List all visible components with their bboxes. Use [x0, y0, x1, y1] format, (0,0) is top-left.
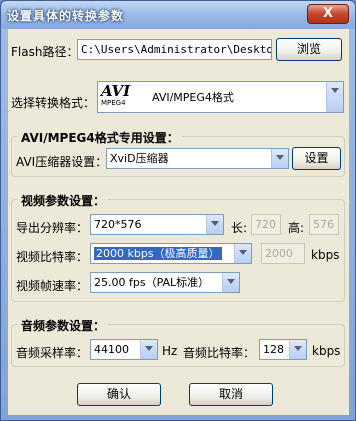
- framerate-select-value: 25.00 fps（PAL标准）: [94, 276, 210, 289]
- compressor-select-value: XviD压缩器: [110, 152, 169, 165]
- chevron-down-icon[interactable]: [222, 273, 239, 292]
- sample-rate-select-value: 44100: [94, 343, 129, 356]
- browse-button[interactable]: 浏览: [276, 38, 342, 61]
- audio-settings-group: 音频参数设置： 音频采样率： 44100 Hz 音频比特率： 128 kbps: [11, 317, 345, 367]
- video-bitrate-label: 视频比特率：: [16, 250, 89, 264]
- framerate-select[interactable]: 25.00 fps（PAL标准）: [90, 272, 240, 293]
- avi-settings-group: AVI/MPEG4格式专用设置： AVI压缩器设置： XviD压缩器 设置: [11, 129, 345, 177]
- width-input[interactable]: 720: [251, 214, 281, 235]
- width-label: 长:: [231, 221, 248, 235]
- height-label: 高:: [288, 221, 305, 235]
- ok-button[interactable]: 确认: [77, 383, 161, 406]
- framerate-label: 视频帧速率：: [16, 279, 89, 293]
- compressor-label: AVI压缩器设置：: [16, 155, 108, 169]
- sample-rate-label: 音频采样率：: [16, 346, 89, 360]
- chevron-down-icon[interactable]: [234, 244, 251, 263]
- resolution-select-value: 720*576: [94, 218, 142, 231]
- format-select-value: AVI/MPEG4格式: [152, 91, 234, 104]
- resolution-select[interactable]: 720*576: [90, 214, 224, 235]
- chevron-down-icon[interactable]: [140, 340, 157, 359]
- video-bitrate-unit: kbps: [311, 248, 340, 262]
- video-settings-group: 视频参数设置： 导出分辨率： 720*576 长: 720 高: 576 视频比…: [11, 192, 345, 302]
- compressor-select[interactable]: XviD压缩器: [106, 148, 289, 169]
- avi-logo: AVI MPEG4: [101, 82, 131, 108]
- avi-group-title: AVI/MPEG4格式专用设置：: [18, 129, 182, 146]
- audio-bitrate-select-value: 128: [263, 343, 284, 356]
- audio-bitrate-unit: kbps: [312, 344, 341, 358]
- sample-rate-unit: Hz: [162, 344, 178, 358]
- resolution-label: 导出分辨率：: [16, 221, 89, 235]
- format-select[interactable]: AVI MPEG4 AVI/MPEG4格式: [97, 81, 344, 113]
- audio-bitrate-select[interactable]: 128: [259, 339, 307, 360]
- cancel-button[interactable]: 取消: [189, 383, 273, 406]
- title-bar[interactable]: 设置具体的转换参数 X: [1, 1, 355, 29]
- height-input[interactable]: 576: [309, 214, 339, 235]
- flash-path-input[interactable]: C:\Users\Administrator\Desktop\4: [77, 39, 272, 60]
- window-title: 设置具体的转换参数: [7, 9, 125, 23]
- compressor-settings-button[interactable]: 设置: [292, 147, 341, 170]
- flash-path-label: Flash路径：: [11, 45, 79, 59]
- video-bitrate-select[interactable]: 2000 kbps（极高质量）: [90, 243, 252, 264]
- chevron-down-icon[interactable]: [289, 340, 306, 359]
- audio-group-title: 音频参数设置：: [18, 317, 109, 334]
- dialog-window: 设置具体的转换参数 X Flash路径： C:\Users\Administra…: [0, 0, 356, 421]
- format-label: 选择转换格式：: [11, 96, 96, 110]
- video-bitrate-input[interactable]: 2000: [261, 243, 305, 264]
- audio-bitrate-label: 音频比特率：: [183, 346, 256, 360]
- chevron-down-icon[interactable]: [271, 149, 288, 168]
- close-button[interactable]: X: [307, 4, 349, 24]
- chevron-down-icon[interactable]: [326, 82, 343, 112]
- video-group-title: 视频参数设置：: [18, 192, 109, 209]
- video-bitrate-select-value: 2000 kbps（极高质量）: [94, 247, 222, 260]
- dialog-content: Flash路径： C:\Users\Administrator\Desktop\…: [8, 29, 349, 415]
- close-icon: X: [322, 6, 334, 21]
- chevron-down-icon[interactable]: [206, 215, 223, 234]
- sample-rate-select[interactable]: 44100: [90, 339, 158, 360]
